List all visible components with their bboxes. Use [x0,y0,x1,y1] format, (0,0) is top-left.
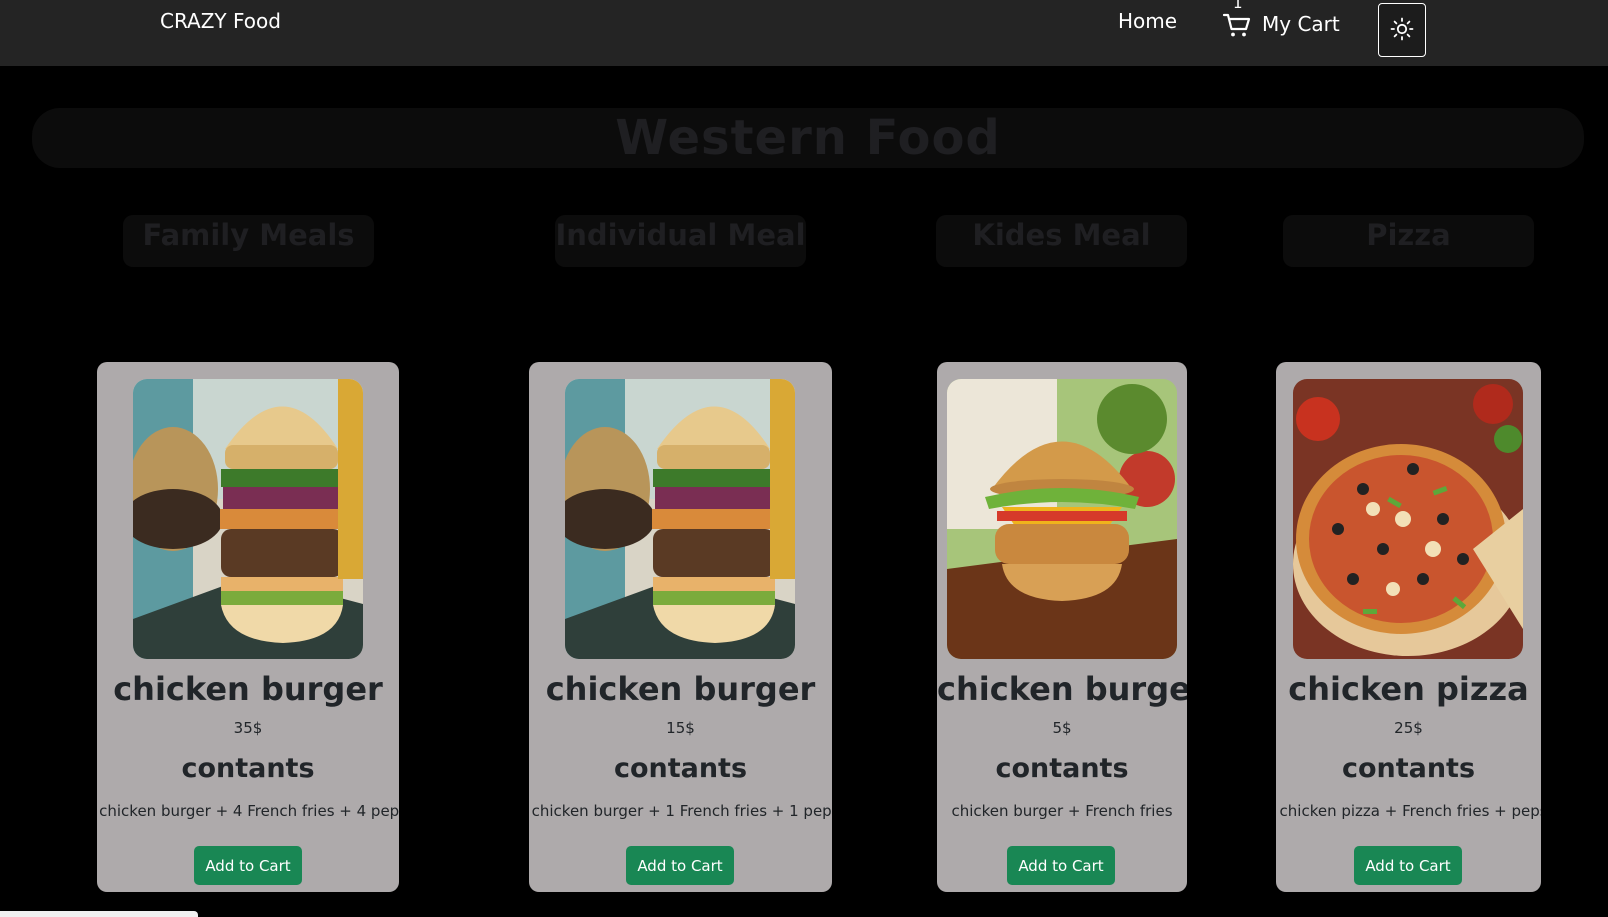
add-to-cart-button[interactable]: Add to Cart [1354,846,1462,885]
category-pizza[interactable]: Pizza [1283,215,1534,267]
horizontal-scrollbar[interactable] [0,911,198,917]
card-price: 25$ [1394,719,1423,737]
card-price: 5$ [1052,719,1072,737]
card-title: chicken burger [113,670,383,708]
card-title: chicken pizza [1288,670,1529,708]
add-to-cart-button[interactable]: Add to Cart [626,846,734,885]
page-title: Western Food [615,110,1001,166]
card-contents-text: chicken burger + French fries [951,802,1173,820]
card-price: 35$ [233,719,263,737]
card-title: chicken burger [545,670,816,708]
cart-icon: 1 [1222,0,1252,39]
add-to-cart-button[interactable]: Add to Cart [1007,846,1115,885]
sun-icon [1390,17,1414,44]
card-contents-heading: contants [995,753,1129,784]
card-contents-heading: contants [1341,753,1476,784]
card-contents-text: 4 chicken burger + 4 French fries + 4 pe… [97,802,399,820]
card-contents-heading: contants [613,753,748,784]
burger-image [565,379,795,659]
navbar: CRAZY Food Home 1 My Cart [0,0,1608,66]
burger-image [133,379,363,659]
brand-link[interactable]: CRAZY Food [160,9,281,33]
card-title: chicken burger [937,670,1187,708]
nav-home-link[interactable]: Home [1118,9,1177,33]
pizza-image [1293,379,1523,659]
hero-banner: Western Food [32,108,1584,168]
category-individual-meal[interactable]: Individual Meal [555,215,806,267]
card-price: 15$ [666,719,695,737]
category-kides-meal[interactable]: Kides Meal [936,215,1187,267]
category-family-meals[interactable]: Family Meals [123,215,374,267]
card-contents-text: 1 chicken burger + 1 French fries + 1 pe… [529,802,832,820]
card-contents-text: 1 chicken pizza + French fries + pepsi [1276,802,1541,820]
meal-card: chicken pizza 25$ contants 1 chicken piz… [1276,362,1541,892]
meal-card: chicken burger 35$ contants 4 chicken bu… [97,362,399,892]
nav-cart-label: My Cart [1262,12,1340,36]
meal-card: chicken burger 5$ contants chicken burge… [937,362,1187,892]
card-contents-heading: contants [181,753,315,784]
meal-card: chicken burger 15$ contants 1 chicken bu… [529,362,832,892]
cart-count-badge: 1 [1233,0,1243,12]
add-to-cart-button[interactable]: Add to Cart [194,846,302,885]
nav-cart-link[interactable]: 1 My Cart [1222,0,1340,40]
burger-image [947,379,1177,659]
theme-toggle-button[interactable] [1378,3,1426,57]
